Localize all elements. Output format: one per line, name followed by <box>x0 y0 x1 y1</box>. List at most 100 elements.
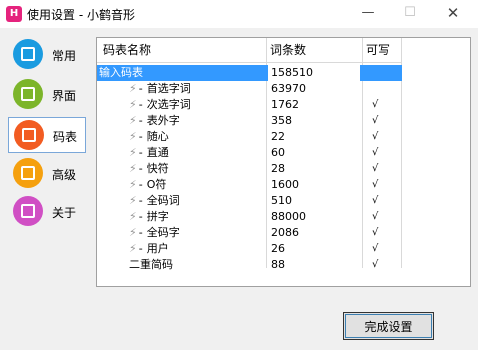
row-name-text: 首选字词 <box>146 82 191 95</box>
icon-glyph <box>22 128 36 142</box>
close-button[interactable]: ✕ <box>431 0 475 28</box>
row-writable-cell: √ <box>372 147 379 158</box>
layout-icon <box>13 79 43 109</box>
tree-dash: - <box>138 82 143 95</box>
row-name-cell: ⚡ - 用户 <box>129 241 169 257</box>
table-row[interactable]: 输入码表 158510 <box>97 65 402 81</box>
row-count-cell: 1762 <box>271 98 299 111</box>
tree-dash: - <box>138 162 143 175</box>
column-header-count[interactable]: 词条数 <box>270 40 306 60</box>
row-name-cell: ⚡ - 次选字词 <box>129 97 191 113</box>
finish-settings-button[interactable]: 完成设置 <box>343 312 434 340</box>
row-count-cell: 358 <box>271 114 292 127</box>
dictionary-table[interactable]: 码表名称 词条数 可写 输入码表 158510 ⚡ - 首选字词 63970 ⚡ - 次选字词 1… <box>96 37 471 287</box>
table-row[interactable]: ⚡ - 全码字 2086 √ <box>97 225 402 241</box>
row-count-cell: 63970 <box>271 82 306 95</box>
sidebar-item[interactable]: 关于 <box>8 194 86 230</box>
about-icon <box>13 196 43 226</box>
row-name-cell: ⚡ - 表外字 <box>129 113 180 129</box>
sidebar-item-label: 码表 <box>53 130 78 144</box>
sidebar-item-label: 高级 <box>52 168 77 182</box>
sidebar-item[interactable]: 码表 <box>8 117 86 153</box>
row-name-cell: 输入码表 <box>99 65 143 81</box>
sidebar-item[interactable]: 常用 <box>8 37 86 73</box>
table-row[interactable]: ⚡ - 首选字词 63970 <box>97 81 402 97</box>
header-divider <box>97 62 402 63</box>
row-count-cell: 26 <box>271 242 285 255</box>
row-name-text: 全码词 <box>146 194 180 207</box>
column-header-writable[interactable]: 可写 <box>366 40 390 60</box>
row-count-cell: 28 <box>271 162 285 175</box>
lightning-icon: ⚡ <box>129 114 137 127</box>
row-count-cell: 88000 <box>271 210 306 223</box>
sidebar-item-label: 关于 <box>52 206 77 220</box>
lightning-icon: ⚡ <box>129 226 137 239</box>
row-count-cell: 2086 <box>271 226 299 239</box>
row-writable-cell: √ <box>372 227 379 238</box>
row-name-cell: 二重简码 <box>129 257 173 273</box>
row-name-cell: ⚡ - 全码词 <box>129 193 180 209</box>
tree-dash: - <box>138 194 143 207</box>
row-name-text: 二重简码 <box>129 258 173 271</box>
row-name-text: 次选字词 <box>146 98 191 111</box>
tree-dash: - <box>138 226 143 239</box>
row-name-cell: ⚡ - 首选字词 <box>129 81 191 97</box>
row-count-cell: 1600 <box>271 178 299 191</box>
row-count-cell: 22 <box>271 130 285 143</box>
row-name-text: 直通 <box>146 146 169 159</box>
table-row[interactable]: 二重简码 88 √ <box>97 257 402 273</box>
tree-dash: - <box>138 210 143 223</box>
lightning-icon: ⚡ <box>129 210 137 223</box>
row-writable-cell: √ <box>372 99 379 110</box>
lightning-icon: ⚡ <box>129 146 137 159</box>
settings-square-icon <box>13 39 43 69</box>
row-name-cell: ⚡ - 全码字 <box>129 225 180 241</box>
sidebar-item[interactable]: 界面 <box>8 77 86 113</box>
tree-dash: - <box>138 146 143 159</box>
tree-dash: - <box>138 98 143 111</box>
row-writable-cell: √ <box>372 211 379 222</box>
lightning-icon: ⚡ <box>129 178 137 191</box>
row-name-cell: ⚡ - 快符 <box>129 161 169 177</box>
table-row[interactable]: ⚡ - 随心 22 √ <box>97 129 402 145</box>
table-row[interactable]: ⚡ - 拼字 88000 √ <box>97 209 402 225</box>
maximize-button[interactable]: ☐ <box>388 0 432 28</box>
table-row[interactable]: ⚡ - 直通 60 √ <box>97 145 402 161</box>
row-writable-cell: √ <box>372 163 379 174</box>
lightning-icon: ⚡ <box>129 130 137 143</box>
row-name-text: 随心 <box>146 130 169 143</box>
table-row[interactable]: ⚡ - 快符 28 √ <box>97 161 402 177</box>
sidebar-item[interactable]: 高级 <box>8 156 86 192</box>
row-name-cell: ⚡ - 拼字 <box>129 209 169 225</box>
table-row[interactable]: ⚡ - 用户 26 √ <box>97 241 402 257</box>
table-row[interactable]: ⚡ - 次选字词 1762 √ <box>97 97 402 113</box>
row-count-cell: 510 <box>271 194 292 207</box>
row-name-text: 快符 <box>146 162 169 175</box>
table-row[interactable]: ⚡ - 全码词 510 √ <box>97 193 402 209</box>
icon-glyph <box>21 204 35 218</box>
minimize-button[interactable]: — <box>346 0 390 28</box>
row-writable-cell: √ <box>372 195 379 206</box>
table-icon <box>14 120 44 150</box>
icon-glyph <box>21 87 35 101</box>
row-name-text: 用户 <box>146 242 169 255</box>
sidebar-item-label: 界面 <box>52 89 77 103</box>
tree-dash: - <box>138 242 143 255</box>
table-row[interactable]: ⚡ - O符 1600 √ <box>97 177 402 193</box>
sidebar-item-label: 常用 <box>52 49 77 63</box>
lightning-icon: ⚡ <box>129 242 137 255</box>
icon-glyph <box>21 47 35 61</box>
table-row[interactable]: ⚡ - 表外字 358 √ <box>97 113 402 129</box>
row-name-text: 输入码表 <box>99 66 143 79</box>
icon-glyph <box>21 166 35 180</box>
lightning-icon: ⚡ <box>129 162 137 175</box>
window-title: 使用设置 - 小鹤音形 <box>27 8 135 22</box>
row-writable-cell: √ <box>372 179 379 190</box>
row-count-cell: 158510 <box>268 65 360 81</box>
row-name-text: 拼字 <box>146 210 169 223</box>
lightning-icon: ⚡ <box>129 194 137 207</box>
lightning-icon: ⚡ <box>129 82 137 95</box>
column-header-name[interactable]: 码表名称 <box>103 40 151 60</box>
row-name-cell: ⚡ - 直通 <box>129 145 169 161</box>
row-writable-cell: √ <box>372 243 379 254</box>
